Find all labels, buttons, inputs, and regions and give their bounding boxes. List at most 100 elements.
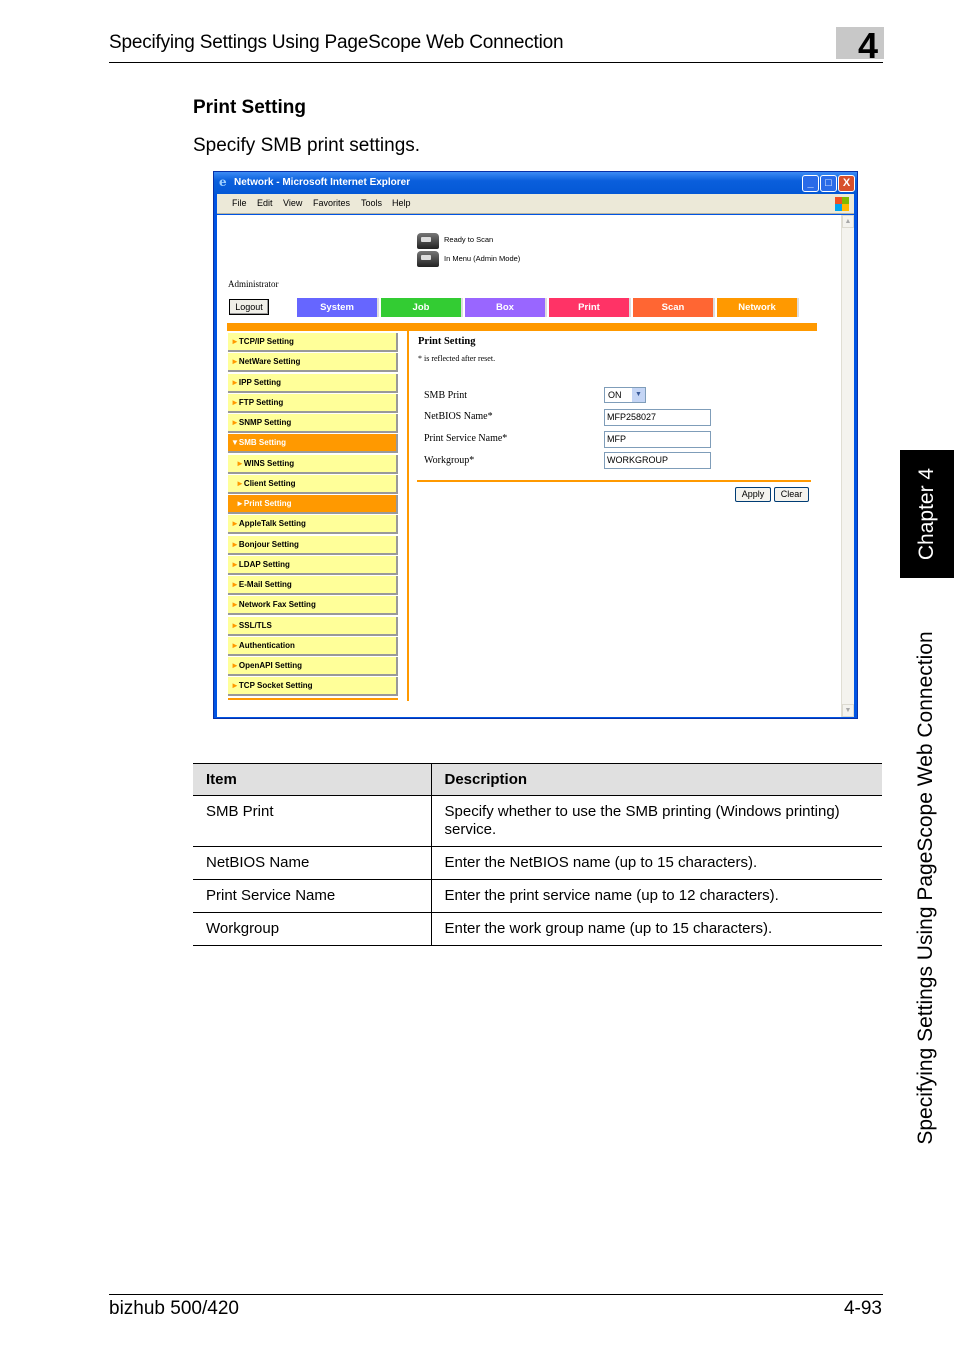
tab-print[interactable]: Print — [549, 298, 631, 317]
nav-item-label: WINS Setting — [243, 458, 295, 468]
nav-item-network-fax-setting[interactable]: ►Network Fax Setting — [228, 596, 398, 616]
triangle-right-icon: ► — [236, 478, 244, 488]
menu-view[interactable]: View — [283, 198, 302, 208]
nav-item-label: Print Setting — [243, 499, 292, 508]
triangle-right-icon: ► — [231, 357, 239, 367]
nav-item-appletalk-setting[interactable]: ►AppleTalk Setting — [228, 515, 398, 535]
triangle-right-icon: ► — [231, 580, 239, 589]
windows-logo-icon — [834, 196, 850, 212]
tab-network[interactable]: Network — [717, 298, 799, 317]
tab-scan[interactable]: Scan — [633, 298, 715, 317]
nav-item-ssl-tls[interactable]: ►SSL/TLS — [228, 616, 398, 636]
tab-box[interactable]: Box — [465, 298, 547, 317]
nav-item-ftp-setting[interactable]: ►FTP Setting — [228, 393, 398, 413]
item-cell: Print Service Name — [193, 879, 432, 913]
nav-item-ipp-setting[interactable]: ►IPP Setting — [228, 373, 398, 393]
triangle-right-icon: ► — [231, 519, 239, 529]
nav-item-bonjour-setting[interactable]: ►Bonjour Setting — [228, 535, 398, 555]
vertical-scrollbar[interactable]: ▲ ▼ — [841, 215, 854, 717]
clear-button[interactable]: Clear — [774, 487, 809, 502]
form-title: Print Setting — [418, 336, 476, 347]
side-chapter-label: Chapter 4 — [915, 467, 938, 561]
minimize-button[interactable]: _ — [802, 175, 819, 192]
nav-item-label: SSL/TLS — [238, 620, 272, 630]
nav-item-client-setting[interactable]: ►Client Setting — [228, 474, 398, 494]
workgroup-label: Workgroup* — [424, 455, 475, 466]
menu-help[interactable]: Help — [392, 198, 411, 208]
tab-system[interactable]: System — [297, 298, 379, 317]
netbios-label: NetBIOS Name* — [424, 411, 493, 422]
header-item: Item — [193, 763, 432, 796]
item-cell: SMB Print — [193, 795, 432, 847]
page-header-title: Specifying Settings Using PageScope Web … — [109, 32, 564, 53]
scroll-down-icon[interactable]: ▼ — [842, 704, 854, 717]
browser-content: Ready to Scan In Menu (Admin Mode) Admin… — [217, 215, 854, 717]
item-cell: Workgroup — [193, 912, 432, 946]
apply-button[interactable]: Apply — [735, 487, 771, 502]
nav-item-authentication[interactable]: ►Authentication — [228, 636, 398, 656]
menu-tools[interactable]: Tools — [361, 198, 382, 208]
header-description: Description — [431, 763, 882, 796]
triangle-right-icon: ► — [231, 620, 239, 630]
smb-print-select[interactable]: ON ▼ — [604, 387, 646, 403]
printer-icon — [417, 251, 439, 267]
menu-file[interactable]: File — [232, 198, 247, 208]
menu-edit[interactable]: Edit — [257, 198, 273, 208]
triangle-right-icon: ► — [231, 600, 239, 610]
nav-item-tcp-ip-setting[interactable]: ►TCP/IP Setting — [228, 333, 398, 352]
form-rule — [417, 480, 811, 482]
section-intro: Specify SMB print settings. — [193, 135, 421, 156]
chevron-down-icon[interactable]: ▼ — [632, 388, 645, 402]
description-cell: Specify whether to use the SMB printing … — [431, 795, 882, 847]
nav-item-label: SMB Setting — [238, 438, 287, 448]
nav-item-label: IPP Setting — [238, 377, 282, 387]
menu-favorites[interactable]: Favorites — [313, 198, 350, 208]
nav-item-print-setting[interactable]: ►Print Setting — [228, 495, 398, 514]
print-service-name-input[interactable]: MFP — [604, 431, 711, 448]
side-title: Specifying Settings Using PageScope Web … — [914, 631, 937, 1145]
browser-title: Network - Microsoft Internet Explorer — [234, 177, 411, 188]
footer-page-number: 4-93 — [843, 1298, 882, 1319]
description-cell: Enter the print service name (up to 12 c… — [431, 879, 882, 913]
triangle-right-icon: ► — [236, 458, 244, 468]
nav-item-smb-setting[interactable]: ▼SMB Setting — [228, 434, 398, 454]
status-scan: Ready to Scan — [444, 235, 494, 244]
triangle-right-icon: ► — [231, 539, 239, 549]
workgroup-input[interactable]: WORKGROUP — [604, 452, 711, 469]
nav-item-label: TCP Socket Setting — [238, 681, 313, 691]
triangle-right-icon: ► — [231, 397, 239, 407]
tab-job[interactable]: Job — [381, 298, 463, 317]
header-orange-bar — [227, 323, 817, 331]
nav-item-tcp-socket-setting[interactable]: ►TCP Socket Setting — [228, 677, 398, 697]
triangle-right-icon: ► — [231, 418, 239, 427]
triangle-right-icon: ► — [236, 499, 244, 508]
nav-item-label: E-Mail Setting — [238, 580, 292, 589]
footer-product: bizhub 500/420 — [109, 1298, 239, 1319]
netbios-name-input[interactable]: MFP258027 — [604, 409, 711, 426]
description-cell: Enter the work group name (up to 15 char… — [431, 912, 882, 946]
form-note: * is reflected after reset. — [418, 354, 496, 363]
scroll-up-icon[interactable]: ▲ — [842, 215, 854, 228]
nav-item-netware-setting[interactable]: ►NetWare Setting — [228, 353, 398, 373]
triangle-right-icon: ► — [231, 681, 239, 691]
close-button[interactable]: X — [838, 175, 855, 192]
nav-item-label: Client Setting — [243, 478, 296, 488]
nav-item-openapi-setting[interactable]: ►OpenAPI Setting — [228, 657, 398, 676]
status-printer: In Menu (Admin Mode) — [444, 254, 521, 263]
nav-item-label: FTP Setting — [238, 397, 284, 407]
section-title: Print Setting — [193, 97, 306, 118]
print-service-label: Print Service Name* — [424, 433, 508, 444]
nav-item-snmp-setting[interactable]: ►SNMP Setting — [228, 414, 398, 433]
triangle-right-icon: ► — [231, 640, 239, 650]
header-rule — [109, 62, 883, 63]
nav-bottom-rule — [228, 698, 398, 700]
maximize-button[interactable]: □ — [820, 175, 837, 192]
nav-item-wins-setting[interactable]: ►WINS Setting — [228, 454, 398, 474]
footer-rule — [109, 1294, 883, 1295]
description-cell: Enter the NetBIOS name (up to 15 charact… — [431, 846, 882, 880]
nav-item-ldap-setting[interactable]: ►LDAP Setting — [228, 555, 398, 575]
triangle-right-icon: ► — [231, 559, 239, 569]
nav-divider — [407, 331, 409, 701]
logout-button[interactable]: Logout — [229, 299, 269, 315]
nav-item-e-mail-setting[interactable]: ►E-Mail Setting — [228, 576, 398, 595]
